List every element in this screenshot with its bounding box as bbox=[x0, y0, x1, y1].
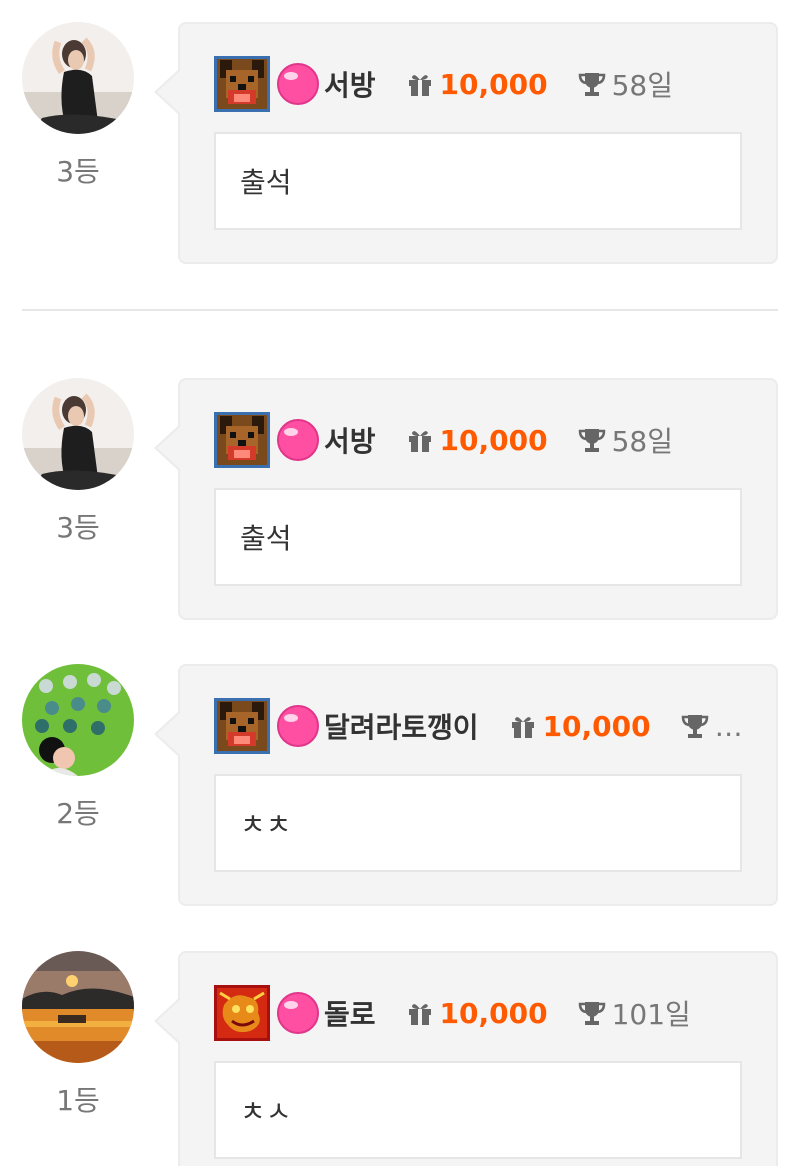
avatar[interactable] bbox=[22, 951, 134, 1063]
attendance-days: 58일 bbox=[611, 425, 673, 458]
dog-badge-icon bbox=[214, 412, 270, 468]
comment-bubble: 서방 10,000 58일 출석 bbox=[154, 378, 778, 620]
nickname[interactable]: 돌로 bbox=[324, 993, 376, 1033]
comment-text: 출석 bbox=[214, 488, 742, 586]
comment-meta: 서방 10,000 58일 bbox=[214, 54, 744, 114]
nickname[interactable]: 달려라토깽이 bbox=[324, 706, 479, 746]
gift-icon bbox=[509, 712, 537, 740]
avatar[interactable] bbox=[22, 664, 134, 776]
comment-text: ㅊㅅ bbox=[214, 1061, 742, 1159]
avatar[interactable] bbox=[22, 378, 134, 490]
trophy-icon bbox=[578, 70, 606, 98]
comment-bubble: 달려라토깽이 10,000 … ㅊㅊ bbox=[154, 664, 778, 906]
rank-label: 3등 bbox=[56, 511, 100, 544]
attendance-days: 101일 bbox=[611, 998, 691, 1031]
comment-meta: 돌로 10,000 101일 bbox=[214, 983, 744, 1043]
gift-icon bbox=[406, 426, 434, 454]
gem-icon bbox=[276, 991, 320, 1035]
comment-meta: 서방 10,000 58일 bbox=[214, 410, 744, 470]
trophy-icon bbox=[578, 426, 606, 454]
nickname[interactable]: 서방 bbox=[324, 420, 376, 460]
attendance-days: … bbox=[714, 709, 743, 743]
gift-icon bbox=[406, 999, 434, 1027]
dog-badge-icon bbox=[214, 698, 270, 754]
gem-icon bbox=[276, 704, 320, 748]
dragon-badge-icon bbox=[214, 985, 270, 1041]
dog-badge-icon bbox=[214, 56, 270, 112]
comment-bubble: 돌로 10,000 101일 ㅊㅅ bbox=[154, 951, 778, 1166]
avatar[interactable] bbox=[22, 22, 134, 134]
comment-text: ㅊㅊ bbox=[214, 774, 742, 872]
rank-label: 3등 bbox=[56, 155, 100, 188]
comment-text: 출석 bbox=[214, 132, 742, 230]
points-value: 10,000 bbox=[439, 423, 548, 457]
points-value: 10,000 bbox=[439, 67, 548, 101]
rank-label: 2등 bbox=[56, 797, 100, 830]
divider bbox=[22, 309, 778, 311]
comment-meta: 달려라토깽이 10,000 … bbox=[214, 696, 744, 756]
rank-label: 1등 bbox=[56, 1084, 100, 1117]
points-value: 10,000 bbox=[439, 996, 548, 1030]
trophy-icon bbox=[681, 712, 709, 740]
comment-bubble: 서방 10,000 58일 출석 bbox=[154, 22, 778, 264]
trophy-icon bbox=[578, 999, 606, 1027]
attendance-list: 3등 서방 10,000 58일 출석 3등 서방 10,000 58일 출석 … bbox=[0, 0, 800, 1166]
attendance-days: 58일 bbox=[611, 69, 673, 102]
gift-icon bbox=[406, 70, 434, 98]
points-value: 10,000 bbox=[542, 709, 651, 743]
nickname[interactable]: 서방 bbox=[324, 64, 376, 104]
gem-icon bbox=[276, 418, 320, 462]
gem-icon bbox=[276, 62, 320, 106]
